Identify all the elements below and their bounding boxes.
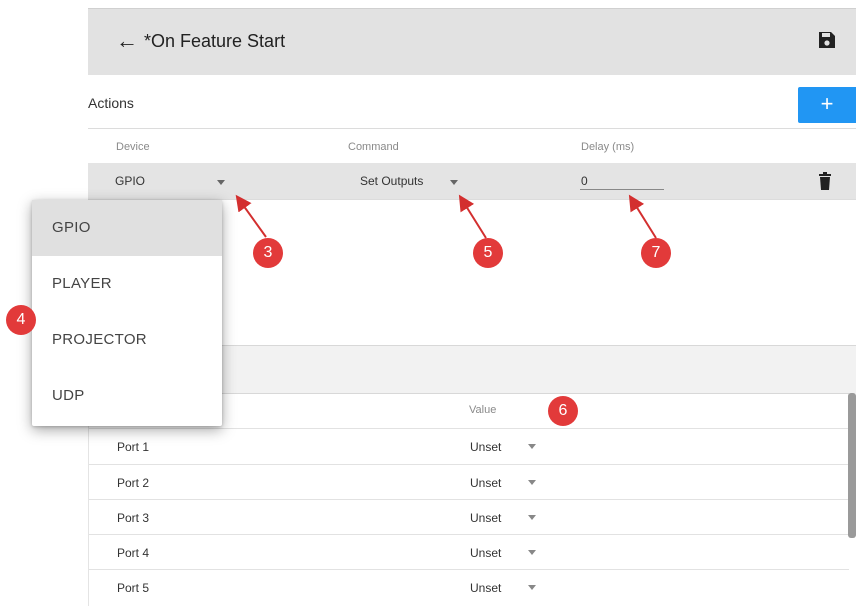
callout-arrows: [235, 194, 657, 239]
callout-arrow-5: [458, 194, 487, 239]
callout-badge-7: 7: [641, 238, 671, 268]
callout-badge-3: 3: [253, 238, 283, 268]
callout-badge-5: 5: [473, 238, 503, 268]
callout-badge-4: 4: [6, 305, 36, 335]
callout-badge-6: 6: [548, 396, 578, 426]
callout-arrow-3: [235, 194, 267, 238]
callout-arrow-7: [628, 194, 657, 239]
